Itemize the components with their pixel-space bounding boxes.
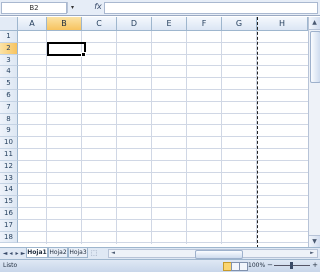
row-header-11[interactable]: 11 — [0, 149, 18, 161]
column-header-a[interactable]: A — [18, 17, 47, 31]
row-header-7[interactable]: 7 — [0, 101, 18, 114]
row-header-12[interactable]: 12 — [0, 160, 18, 173]
page-break-view-icon[interactable] — [239, 262, 248, 271]
row-header-13[interactable]: 13 — [0, 172, 18, 185]
scroll-right-icon[interactable]: ► — [308, 250, 316, 257]
grid-row-line — [18, 65, 308, 67]
row-header-1[interactable]: 1 — [0, 31, 18, 43]
row-header-10[interactable]: 10 — [0, 137, 18, 149]
row-header-2[interactable]: 2 — [0, 42, 18, 55]
horizontal-scrollbar[interactable]: ◄ ► — [108, 249, 318, 259]
horizontal-scroll-thumb[interactable] — [195, 250, 243, 259]
grid-row-line — [18, 136, 308, 138]
grid-column-line — [151, 31, 152, 244]
grid-row-line — [18, 100, 308, 102]
grid-row-line — [18, 89, 308, 90]
scroll-left-icon[interactable]: ◄ — [109, 250, 117, 257]
grid-row-line — [18, 112, 308, 114]
column-header-d[interactable]: D — [117, 17, 152, 31]
fx-icon[interactable]: fx — [92, 1, 104, 13]
column-header-h[interactable]: H — [257, 17, 308, 31]
column-header-g[interactable]: G — [222, 17, 257, 31]
zoom-level[interactable]: 100% — [248, 261, 265, 271]
column-header-c[interactable]: C — [82, 17, 117, 31]
grid-row-line — [18, 77, 308, 79]
status-bar: Listo 100% − + — [0, 259, 320, 272]
vertical-scrollbar[interactable]: ▲ ▼ — [308, 17, 320, 248]
insert-sheet-icon[interactable]: ⬚ — [88, 248, 100, 258]
column-header-f[interactable]: F — [187, 17, 222, 31]
row-header-18[interactable]: 18 — [0, 231, 18, 244]
row-header-5[interactable]: 5 — [0, 78, 18, 90]
formula-bar: B2 ▾ fx — [0, 0, 320, 16]
zoom-slider-knob[interactable] — [290, 262, 293, 269]
status-mode: Listo — [3, 262, 18, 269]
sheet-tab-hoja3[interactable]: Hoja3 — [68, 248, 88, 258]
grid-row-line — [18, 148, 308, 149]
sheet-tab-hoja1[interactable]: Hoja1 — [26, 248, 48, 258]
formula-input[interactable] — [104, 2, 318, 14]
name-box[interactable]: B2 — [1, 2, 67, 14]
grid-row-line — [18, 183, 308, 185]
zoom-out-icon[interactable]: − — [266, 261, 274, 270]
vertical-scroll-thumb[interactable] — [310, 31, 320, 83]
row-header-16[interactable]: 16 — [0, 208, 18, 220]
chevron-down-icon[interactable]: ▾ — [67, 2, 77, 13]
grid-column-line — [116, 31, 117, 244]
fill-handle[interactable] — [81, 52, 86, 57]
scroll-up-icon[interactable]: ▲ — [309, 17, 320, 30]
select-all-corner[interactable] — [0, 17, 18, 31]
zoom-in-icon[interactable]: + — [311, 261, 319, 270]
grid-column-line — [46, 31, 47, 244]
grid-column-line — [186, 31, 187, 244]
row-header-9[interactable]: 9 — [0, 125, 18, 138]
grid-row-line — [18, 195, 308, 197]
row-header-8[interactable]: 8 — [0, 113, 18, 126]
row-header-3[interactable]: 3 — [0, 54, 18, 67]
column-header-b[interactable]: B — [47, 17, 82, 31]
grid-row-line — [18, 230, 308, 232]
grid-column-line — [81, 31, 82, 244]
worksheet-grid[interactable] — [18, 31, 308, 244]
row-header-14[interactable]: 14 — [0, 184, 18, 197]
grid-row-line — [18, 207, 308, 208]
grid-row-line — [18, 171, 308, 173]
grid-row-line — [18, 159, 308, 161]
page-break-line — [257, 17, 258, 248]
row-header-15[interactable]: 15 — [0, 196, 18, 208]
sheet-tab-hoja2[interactable]: Hoja2 — [48, 248, 68, 258]
grid-row-line — [18, 242, 308, 244]
grid-row-line — [18, 124, 308, 126]
grid-row-line — [18, 218, 308, 220]
sheet-tabs-bar: ◄ ◂ ▸ ► Hoja1 Hoja2 Hoja3 ⬚ ◄ ► — [0, 247, 320, 259]
row-header-6[interactable]: 6 — [0, 90, 18, 102]
grid-column-line — [221, 31, 222, 244]
column-header-e[interactable]: E — [152, 17, 187, 31]
row-header-4[interactable]: 4 — [0, 66, 18, 79]
row-header-17[interactable]: 17 — [0, 219, 18, 232]
